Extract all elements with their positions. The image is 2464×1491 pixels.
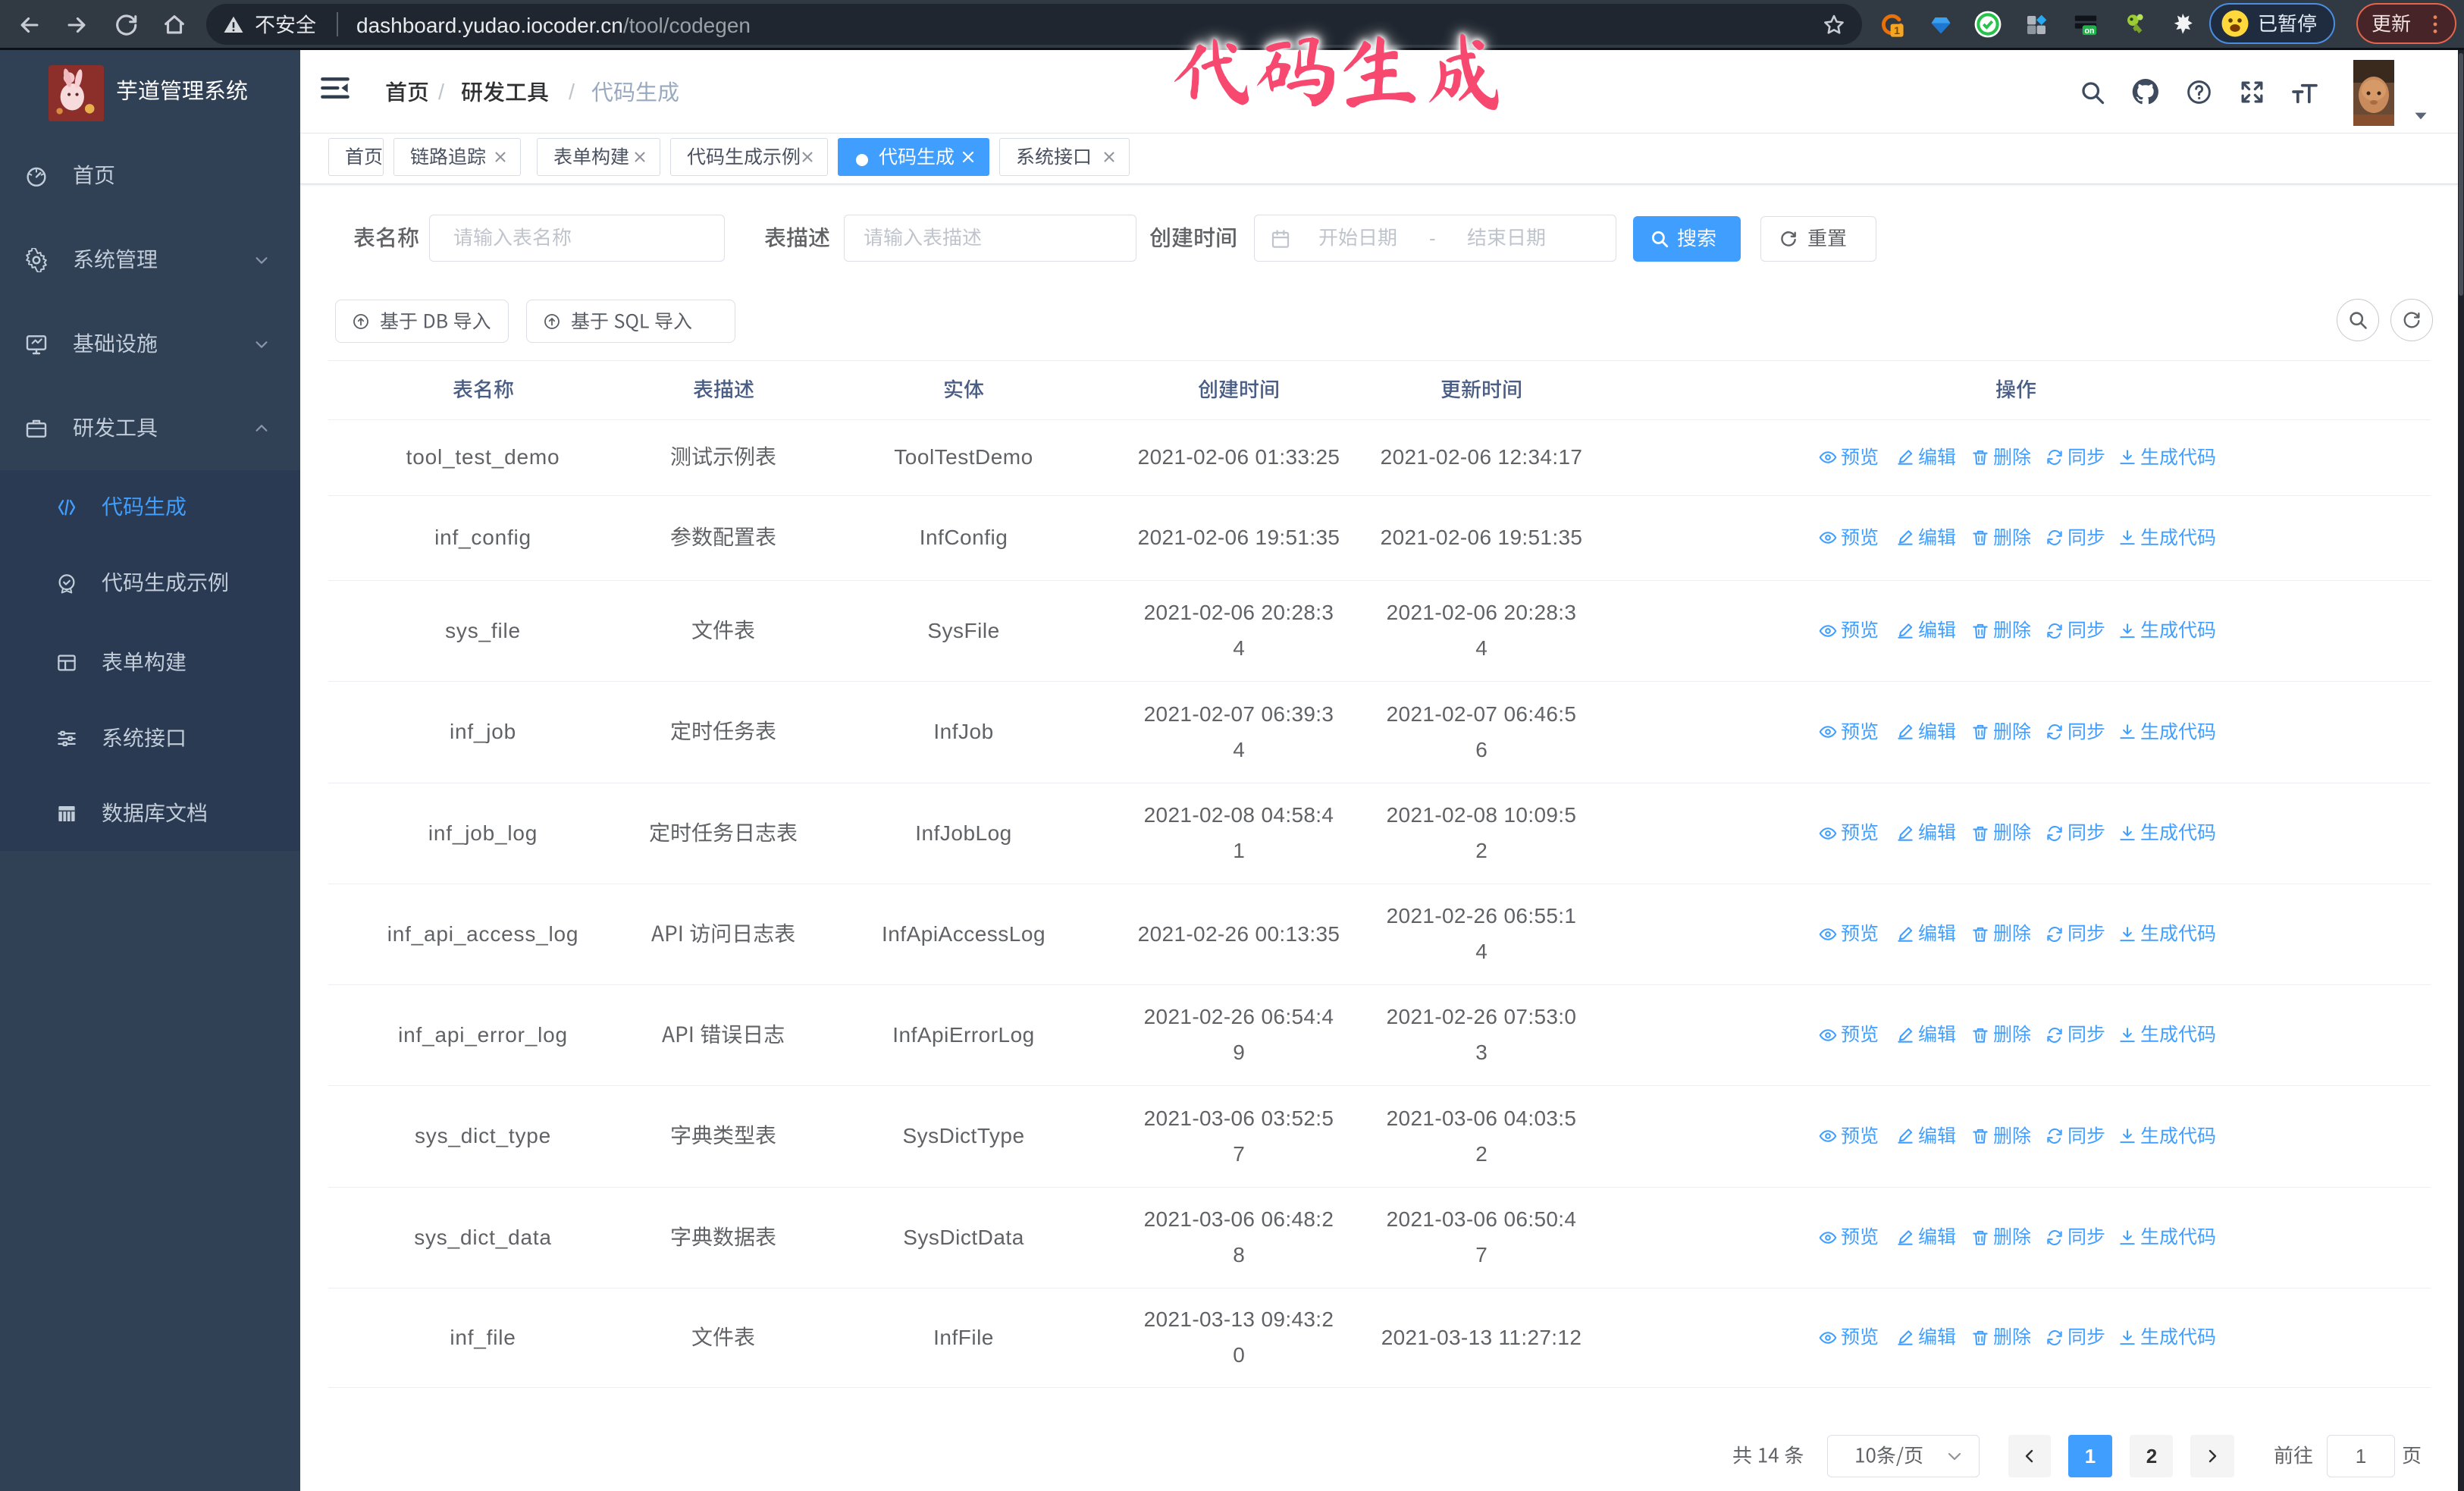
svg-text:on: on: [2084, 27, 2094, 36]
svg-text:1: 1: [1894, 25, 1900, 37]
